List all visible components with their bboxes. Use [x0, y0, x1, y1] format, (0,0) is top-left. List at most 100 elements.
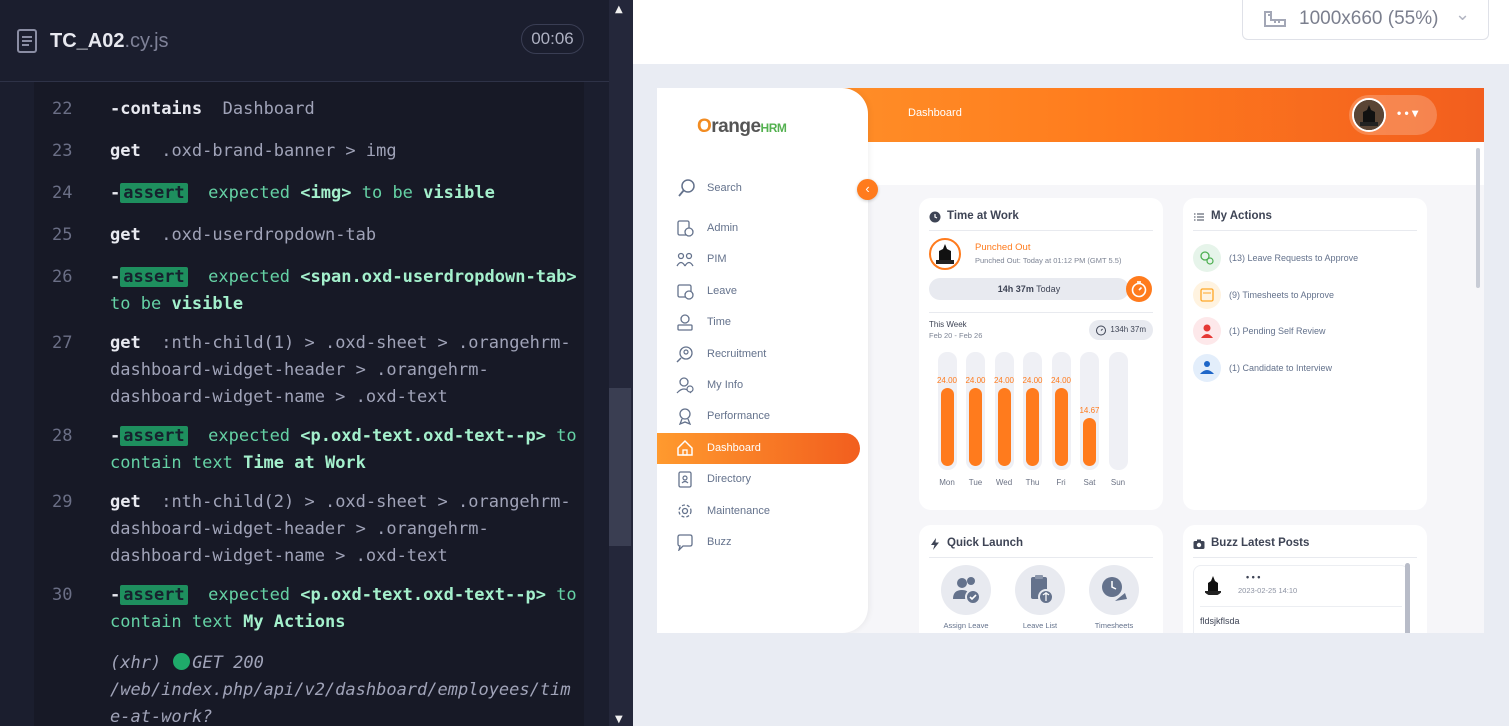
command-name: get: [110, 333, 141, 353]
sidebar-search[interactable]: Search: [675, 178, 855, 198]
sidebar-item-performance[interactable]: Performance: [657, 401, 860, 432]
action-leave-requests[interactable]: (13) Leave Requests to Approve: [1193, 244, 1423, 272]
brand-logo[interactable]: OrangeHRM: [697, 116, 787, 138]
stopwatch-icon: [1096, 325, 1106, 336]
sidebar-item-label: Maintenance: [707, 504, 770, 517]
quick-launch-assign-leave[interactable]: Assign Leave: [935, 565, 995, 633]
ruler-icon: [1264, 11, 1286, 27]
viewport-size-dropdown[interactable]: 1000x660 (55%) ⌄: [1242, 0, 1489, 40]
divider: [1200, 606, 1402, 607]
buzz-scrollbar[interactable]: [1405, 563, 1410, 633]
sidebar-item-recruitment[interactable]: Recruitment: [657, 339, 860, 370]
sidebar-item-my-info[interactable]: My Info: [657, 370, 860, 401]
clock-icon: [929, 211, 941, 223]
run-timer: 00:06: [521, 24, 584, 54]
xhr-label: (xhr): [110, 653, 162, 673]
bar-value-label: 24.00: [1022, 376, 1043, 385]
viewport-dimensions: 1000x660: [1299, 8, 1383, 29]
punch-timer-button[interactable]: [1126, 276, 1152, 302]
assert-target: visible: [423, 183, 495, 203]
timesheets-icon: [1193, 280, 1221, 309]
command-arg: :nth-child(2) > .oxd-sheet > .orangehrm-…: [110, 492, 571, 566]
scroll-down-icon[interactable]: ▼: [615, 714, 623, 725]
my-actions-widget: My Actions (13) Leave Requests to Approv…: [1183, 198, 1427, 510]
bar-value-label: 24.00: [965, 376, 986, 385]
action-label: (1) Pending Self Review: [1229, 326, 1326, 336]
sidebar-item-label: Dashboard: [707, 441, 761, 454]
user-dropdown-tab[interactable]: • • ▾: [1349, 95, 1437, 135]
bar-mon[interactable]: [940, 388, 954, 466]
week-total: 134h 37m: [1110, 325, 1146, 334]
action-self-review[interactable]: (1) Pending Self Review: [1193, 317, 1423, 345]
command-name: get: [110, 492, 141, 512]
ql-circle: [941, 565, 991, 615]
sidebar-item-dashboard[interactable]: Dashboard: [657, 432, 860, 464]
sidebar-item-buzz[interactable]: Buzz: [657, 527, 860, 558]
spec-filename[interactable]: TC_A02.cy.js: [50, 30, 169, 53]
widget-title: Buzz Latest Posts: [1211, 537, 1310, 549]
avatar-image: [1205, 576, 1221, 595]
search-icon: [678, 179, 695, 197]
line-number: 25: [52, 225, 73, 245]
assert-word: expected: [208, 267, 291, 287]
assert-subject: <p.oxd-text.oxd-text--p>: [300, 585, 546, 605]
bar-wed[interactable]: [997, 388, 1011, 466]
week-label: This Week: [929, 320, 967, 329]
viewport-size-text: 1000x660 (55%): [1299, 8, 1438, 30]
timesheets-icon: [1102, 577, 1127, 601]
quick-launch-widget: Quick Launch Assign Leave Leave List Tim…: [919, 525, 1163, 633]
scroll-up-icon[interactable]: ▲: [615, 4, 623, 15]
spec-name: TC_A02: [50, 30, 125, 52]
spec-extension: .cy.js: [124, 30, 169, 52]
day-label: Sat: [1083, 478, 1096, 487]
time-at-work-widget: Time at Work Punched Out Punched Out: To…: [919, 198, 1163, 510]
bar-sat[interactable]: [1083, 418, 1096, 466]
day-label: Wed: [995, 478, 1013, 487]
sidebar-item-directory[interactable]: Directory: [657, 464, 860, 495]
bar-tue[interactable]: [969, 388, 982, 466]
assert-word: expected: [208, 426, 291, 446]
today-label: Today: [1036, 284, 1061, 294]
assert-badge: assert: [120, 183, 188, 203]
bar-value-label: 24.00: [936, 376, 958, 385]
command-name: get: [110, 225, 141, 245]
assert-word: to be: [110, 294, 162, 314]
app-under-test-pane: 1000x660 (55%) ⌄ Dashboard • • ▾ OrangeH…: [633, 0, 1509, 726]
action-timesheets[interactable]: (9) Timesheets to Approve: [1193, 280, 1423, 309]
sidebar-item-maintenance[interactable]: Maintenance: [657, 496, 860, 527]
chevron-left-icon[interactable]: ‹: [857, 179, 878, 200]
widget-title: My Actions: [1211, 210, 1272, 222]
xhr-url: /web/index.php/api/v2/dashboard/employee…: [110, 680, 571, 726]
command-arg: :nth-child(1) > .oxd-sheet > .orangehrm-…: [110, 333, 571, 407]
assert-subject: <span.oxd-userdropdown-tab>: [300, 267, 577, 287]
today-hours-value: 14h 37m: [997, 284, 1034, 294]
widget-title: Quick Launch: [947, 537, 1024, 549]
sidebar-item-pim[interactable]: PIM: [657, 244, 860, 275]
assign-leave-icon: [953, 577, 981, 605]
quick-launch-leave-list[interactable]: Leave List: [1009, 565, 1069, 633]
reporter-scrollbar[interactable]: [609, 0, 633, 726]
divider: [929, 230, 1153, 231]
bar-thu[interactable]: [1026, 388, 1039, 466]
ql-label: Assign Leave: [943, 621, 989, 630]
sidebar-item-admin[interactable]: Admin: [657, 213, 860, 244]
sidebar-item-label: Admin: [707, 222, 739, 234]
today-hours: 14h 37m Today: [929, 284, 1129, 294]
widget-title: Time at Work: [947, 210, 1019, 222]
admin-icon: [677, 220, 694, 237]
sidebar-item-time[interactable]: Time: [657, 307, 860, 338]
bar-track: [1108, 352, 1128, 470]
reporter-scrollbar-thumb[interactable]: [609, 388, 631, 546]
divider: [929, 557, 1153, 558]
bar-fri[interactable]: [1054, 388, 1068, 466]
assert-target: Time at Work: [243, 453, 366, 473]
quick-launch-timesheets[interactable]: Timesheets: [1083, 565, 1143, 633]
action-candidate-interview[interactable]: (1) Candidate to Interview: [1193, 353, 1423, 382]
app-scrollbar[interactable]: [1476, 148, 1480, 288]
buzz-post[interactable]: • • • 2023-02-25 14:10 fldsjkflsda: [1193, 565, 1409, 633]
maintenance-icon: [678, 503, 692, 518]
assert-target: visible: [171, 294, 244, 314]
sidebar-item-leave[interactable]: Leave: [657, 276, 860, 307]
assert-target: My Actions: [243, 612, 346, 632]
dash: -: [110, 426, 121, 446]
